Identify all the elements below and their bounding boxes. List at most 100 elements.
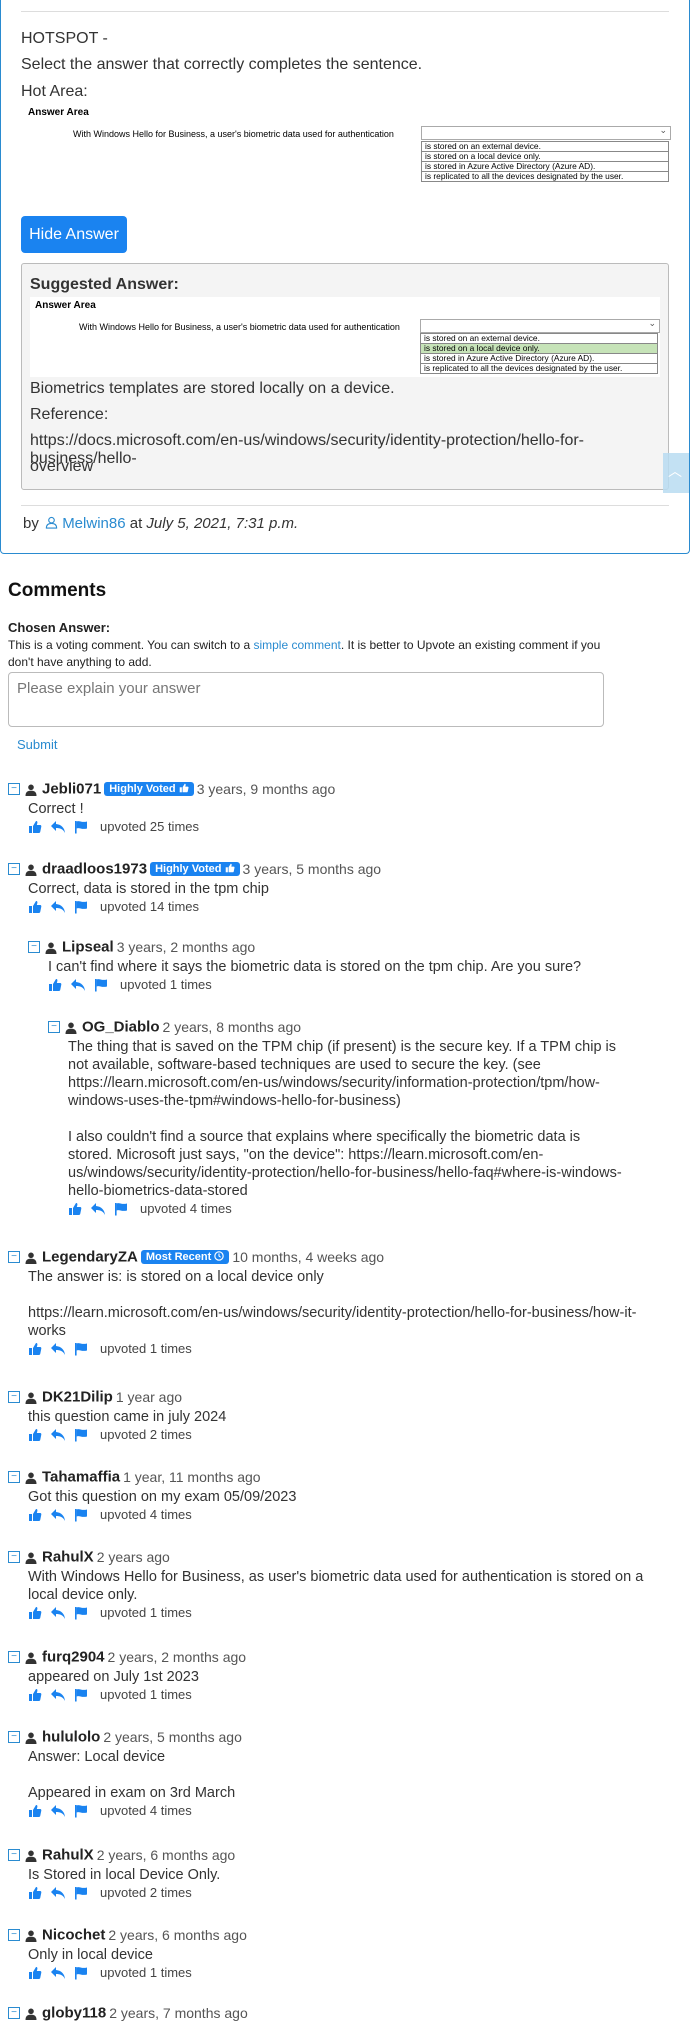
upvote-icon[interactable] <box>28 1428 42 1442</box>
answer-dropdown[interactable]: ⌄ <box>421 125 671 140</box>
clock-icon <box>214 1251 225 1261</box>
collapse-toggle-icon[interactable]: − <box>8 1470 20 1483</box>
upvote-icon[interactable] <box>28 1966 42 1980</box>
upvote-icon[interactable] <box>28 1886 42 1900</box>
reply-icon[interactable] <box>90 1202 106 1216</box>
comment-username[interactable]: Jebli071 <box>42 780 101 797</box>
collapse-toggle-icon[interactable]: − <box>8 1650 20 1663</box>
comment-time: 2 years, 5 months ago <box>103 1728 242 1745</box>
collapse-toggle-icon[interactable]: − <box>8 1730 20 1743</box>
comment-header: − Lipseal 3 years, 2 months ago <box>28 938 668 958</box>
flag-icon[interactable] <box>74 1886 88 1900</box>
flag-icon[interactable] <box>74 1688 88 1702</box>
simple-comment-link[interactable]: simple comment <box>253 638 340 652</box>
flag-icon[interactable] <box>74 1966 88 1980</box>
comment: − Tahamaffia 1 year, 11 months ago Got this… <box>8 1468 668 1526</box>
hide-answer-button[interactable]: Hide Answer <box>21 216 127 253</box>
reply-icon[interactable] <box>50 1508 66 1522</box>
upvote-icon[interactable] <box>28 1606 42 1620</box>
scroll-to-top-button[interactable]: ︿ <box>663 453 689 493</box>
comment-username[interactable]: OG_Diablo <box>82 1018 160 1035</box>
collapse-toggle-icon[interactable]: − <box>8 1848 20 1861</box>
divider <box>21 505 669 506</box>
comment-actions: upvoted 1 times <box>28 1604 658 1624</box>
upvote-count: upvoted 1 times <box>120 977 212 993</box>
answer-option: is replicated to all the devices designa… <box>424 364 623 373</box>
comment-username[interactable]: globy118 <box>42 2004 106 2021</box>
comment-username[interactable]: furq2904 <box>42 1648 105 1665</box>
flag-icon[interactable] <box>114 1202 128 1216</box>
collapse-toggle-icon[interactable]: − <box>8 1250 20 1263</box>
reply-icon[interactable] <box>50 1688 66 1702</box>
reply-icon[interactable] <box>70 978 86 992</box>
comment-time: 1 year ago <box>115 1388 183 1405</box>
flag-icon[interactable] <box>74 900 88 914</box>
comment-actions: upvoted 1 times <box>28 1686 668 1706</box>
comment: − draadloos1973 Highly Voted 3 years, 5 mo… <box>8 860 668 918</box>
reply-icon[interactable] <box>50 1804 66 1818</box>
comment: − RahulX 2 years ago With Windows Hello for… <box>8 1548 658 1624</box>
chosen-answer-label: Chosen Answer: <box>8 620 111 635</box>
comment-header: − Nicochet 2 years, 6 months ago <box>8 1926 668 1946</box>
reply-icon[interactable] <box>50 1886 66 1900</box>
comment-body: this question came in july 2024 <box>28 1409 227 1425</box>
comment-username[interactable]: hululolo <box>42 1728 100 1745</box>
comment-textarea[interactable] <box>8 672 604 727</box>
flag-icon[interactable] <box>74 1804 88 1818</box>
upvote-icon[interactable] <box>28 1688 42 1702</box>
comment-username[interactable]: draadloos1973 <box>42 860 147 877</box>
comment-username[interactable]: Nicochet <box>42 1926 105 1943</box>
comment-body: Got this question on my exam 05/09/2023 <box>28 1489 297 1505</box>
comment-username[interactable]: DK21Dilip <box>42 1388 113 1405</box>
flag-icon[interactable] <box>74 1508 88 1522</box>
comment-badge: Highly Voted <box>150 861 240 876</box>
comment-username[interactable]: Lipseal <box>62 938 114 955</box>
comment-time: 1 year, 11 months ago <box>123 1468 261 1485</box>
submit-link[interactable]: Submit <box>17 737 57 752</box>
comment-username[interactable]: LegendaryZA <box>42 1248 138 1265</box>
suggested-answer-box: Suggested Answer: Answer Area With Windo… <box>21 263 669 490</box>
upvote-icon[interactable] <box>28 1508 42 1522</box>
upvote-icon[interactable] <box>28 1342 42 1356</box>
comment-header: − OG_Diablo 2 years, 8 months ago <box>48 1018 628 1038</box>
collapse-toggle-icon[interactable]: − <box>8 1390 20 1403</box>
comment-actions: upvoted 25 times <box>28 818 668 838</box>
reply-icon[interactable] <box>50 1966 66 1980</box>
collapse-toggle-icon[interactable]: − <box>8 862 20 875</box>
reply-icon[interactable] <box>50 1428 66 1442</box>
comment-time: 10 months, 4 weeks ago <box>232 1248 385 1265</box>
answer-option: is stored on an external device. <box>422 142 668 152</box>
reply-icon[interactable] <box>50 1606 66 1620</box>
collapse-toggle-icon[interactable]: − <box>8 1550 20 1563</box>
reply-icon[interactable] <box>50 820 66 834</box>
upvote-icon[interactable] <box>28 1804 42 1818</box>
flag-icon[interactable] <box>74 1428 88 1442</box>
flag-icon[interactable] <box>74 820 88 834</box>
question-card: HOTSPOT - Select the answer that correct… <box>0 0 690 554</box>
flag-icon[interactable] <box>74 1342 88 1356</box>
collapse-toggle-icon[interactable]: − <box>8 782 20 795</box>
collapse-toggle-icon[interactable]: − <box>28 940 40 953</box>
collapse-toggle-icon[interactable]: − <box>48 1020 60 1033</box>
reply-icon[interactable] <box>50 1342 66 1356</box>
comment-username[interactable]: RahulX <box>42 1548 94 1565</box>
reply-icon[interactable] <box>50 900 66 914</box>
flag-icon[interactable] <box>74 1606 88 1620</box>
comment-username[interactable]: RahulX <box>42 1846 94 1863</box>
collapse-toggle-icon[interactable]: − <box>8 1928 20 1941</box>
comment-header: − Tahamaffia 1 year, 11 months ago <box>8 1468 668 1488</box>
byline-user-link[interactable]: Melwin86 <box>62 515 125 532</box>
comment-body: The answer is: is stored on a local devi… <box>28 1269 637 1339</box>
upvote-icon[interactable] <box>28 900 42 914</box>
question-title: HOTSPOT - <box>21 30 108 47</box>
comment-body: Is Stored in local Device Only. <box>28 1867 221 1883</box>
upvote-icon[interactable] <box>48 978 62 992</box>
upvote-icon[interactable] <box>68 1202 82 1216</box>
upvote-icon[interactable] <box>28 820 42 834</box>
reference-link[interactable]: https://docs.microsoft.com/en-us/windows… <box>30 432 668 468</box>
comment-username[interactable]: Tahamaffia <box>42 1468 120 1485</box>
flag-icon[interactable] <box>94 978 108 992</box>
collapse-toggle-icon[interactable]: − <box>8 2006 20 2019</box>
upvote-count: upvoted 1 times <box>100 1341 192 1357</box>
reference-link-continued[interactable]: overview <box>30 458 93 476</box>
